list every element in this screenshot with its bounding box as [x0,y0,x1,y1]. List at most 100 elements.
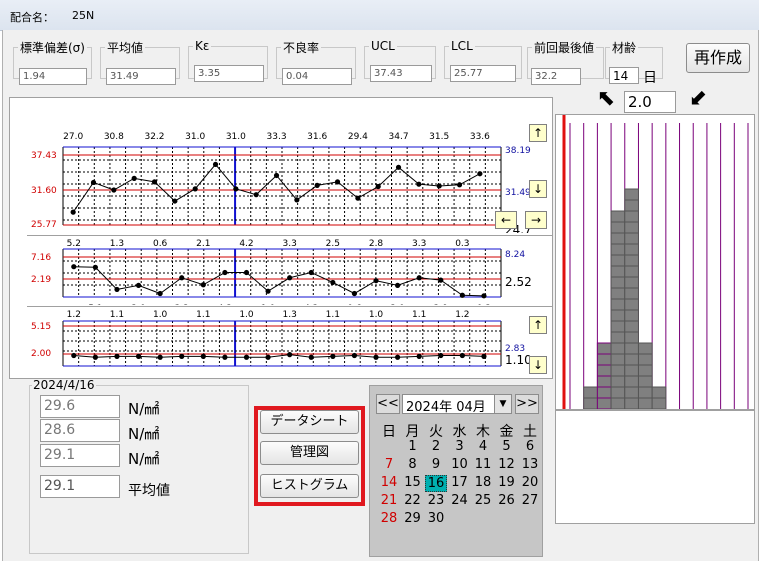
top-label: 29.4 [348,132,368,142]
chevron-down-icon[interactable]: ▼ [494,395,511,413]
top-label: 33.6 [470,132,490,142]
histogram-button[interactable]: ヒストグラム [260,474,359,498]
calendar-day[interactable]: 7 [378,457,400,472]
calendar-day[interactable]: 6 [519,439,541,454]
calendar-day[interactable]: 18 [472,475,494,490]
lcl-field[interactable]: 25.77 [450,65,516,82]
mean-field[interactable]: 31.49 [106,68,176,85]
stat-label: 材齢 [612,41,637,55]
defect-rate-field[interactable]: 0.04 [282,68,352,85]
bottom-label: 0.6 [347,304,362,305]
stat-label: UCL [371,39,395,53]
top-label: 27.0 [63,132,83,142]
data-point [114,286,120,293]
strength-value-1[interactable]: 29.6 [40,395,120,418]
data-point [459,352,465,359]
scroll-left-button[interactable]: ← [495,211,517,229]
calendar-day[interactable]: 20 [519,475,541,490]
calendar-day[interactable]: 25 [472,493,494,508]
data-point [90,179,97,186]
last-value-field[interactable]: 32.2 [531,68,581,85]
bottom-label: 0.2 [477,304,491,305]
age-unit: 日 [643,70,657,86]
calendar-prev-button[interactable]: << [376,394,400,414]
calendar-day[interactable]: 15 [402,475,424,490]
bottom-label: 1.0 [261,304,276,305]
calendar-day[interactable]: 1 [402,439,424,454]
top-label: 31.6 [307,132,327,142]
left-axis-label: 2.00 [31,349,51,359]
rotate-left-icon[interactable]: ⬉ [593,86,619,112]
stat-label: 平均値 [107,41,144,55]
calendar-day[interactable]: 9 [425,457,447,472]
calendar-day[interactable]: 10 [449,457,471,472]
calendar-day[interactable]: 14 [378,475,400,490]
average-label: 平均値 [128,483,170,499]
calendar-day[interactable]: 3 [449,439,471,454]
ke-field[interactable]: 3.35 [194,65,264,82]
top-label: 1.1 [412,310,426,320]
data-point [287,352,293,358]
calendar-day[interactable]: 29 [402,511,424,526]
data-point [265,354,271,360]
strength-value-3[interactable]: 29.1 [40,444,120,467]
data-point [135,282,142,288]
calendar-day[interactable]: 28 [378,511,400,526]
data-point [265,288,271,294]
top-label: 2.1 [196,239,210,249]
weekday-label: 土 [523,424,537,440]
calendar-day[interactable]: 13 [519,457,541,472]
scroll-right-button[interactable]: → [525,211,547,229]
calendar-day[interactable]: 5 [496,439,518,454]
average-value[interactable]: 29.1 [40,475,120,498]
data-point [330,353,336,359]
calendar-day[interactable]: 12 [496,457,518,472]
calendar-next-button[interactable]: >> [515,394,539,414]
scroll-down-button[interactable]: ↓ [529,180,547,198]
data-point [253,192,259,198]
calendar-day[interactable]: 19 [496,475,518,490]
r-chart-plot: 5.2 1.3 0.6 2.1 4.2 3.3 2.5 2.8 3.3 0.3 5.1 2.0 3.3 4… [31,239,532,305]
stat-label: Kε [195,39,210,53]
calendar-day[interactable]: 2 [425,439,447,454]
data-point [438,277,444,283]
datasheet-button[interactable]: データシート [260,410,359,434]
data-point [243,354,250,360]
x-chart-plot: 27.0 30.8 32.2 31.0 31.0 33.3 31.6 29.4 34.7 31.5… [31,132,532,233]
stddev-field[interactable]: 1.94 [19,68,87,85]
calendar-day[interactable]: 27 [519,493,541,508]
calendar-day[interactable]: 24 [449,493,471,508]
calendar-day[interactable]: 22 [402,493,424,508]
calendar-day[interactable]: 30 [425,511,447,526]
data-point [477,171,483,177]
data-point [330,279,336,286]
month-select[interactable]: 2024年 04月 ▼ [402,394,512,415]
rotate-right-icon[interactable]: ⬋ [685,86,711,112]
chart3-down-button[interactable]: ↓ [529,356,547,374]
ucl-field[interactable]: 37.43 [370,65,432,82]
stat-label: 標準偏差(σ) [20,41,85,55]
data-point [314,182,320,188]
calendar-day[interactable]: 23 [425,493,447,508]
data-point [92,264,98,270]
bottom-label: 2.9 [434,304,449,305]
scroll-up-button[interactable]: ↑ [529,124,547,142]
calendar-day[interactable]: 26 [496,493,518,508]
calendar-day[interactable]: 17 [449,475,471,490]
calendar-day[interactable]: 4 [472,439,494,454]
calendar-day[interactable]: 21 [378,493,400,508]
weekday-label: 火 [429,424,443,440]
control-chart-button[interactable]: 管理図 [260,441,359,465]
top-label: 1.0 [369,310,384,320]
age-field[interactable]: 14 [609,67,639,84]
data-point [233,186,239,192]
scale-field[interactable]: 2.0 [624,91,676,113]
calendar-day[interactable]: 16 [425,475,447,492]
rebuild-button[interactable]: 再作成 [686,43,750,73]
chart3-up-button[interactable]: ↑ [529,316,547,334]
strength-value-2[interactable]: 28.6 [40,419,120,442]
data-point [287,275,293,281]
calendar-day[interactable]: 11 [472,457,494,472]
data-point [373,354,379,360]
calendar-day[interactable]: 8 [402,457,424,472]
